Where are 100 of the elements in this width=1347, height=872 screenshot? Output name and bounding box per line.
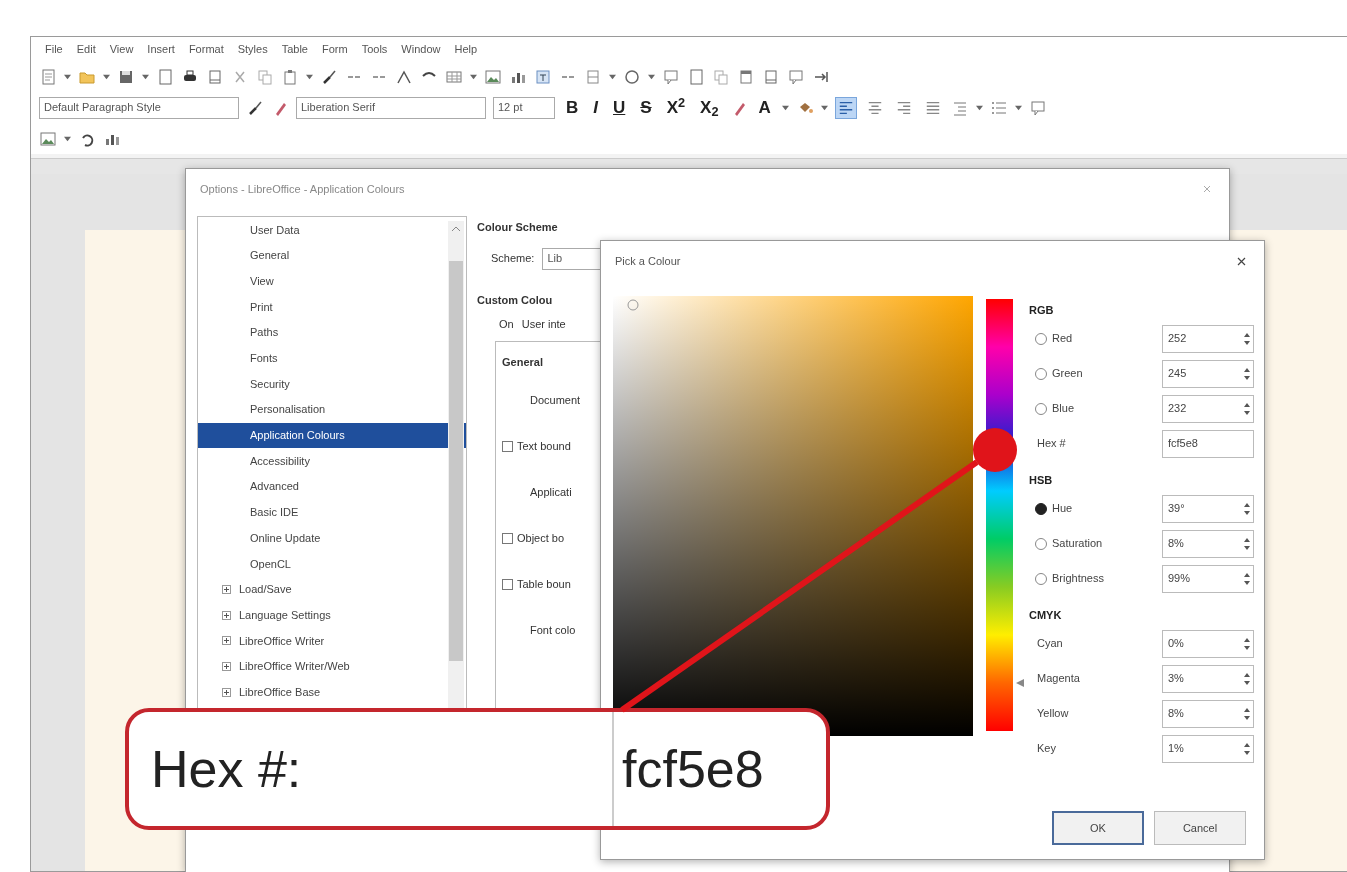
radio-button[interactable]	[1035, 367, 1047, 380]
number-field[interactable]: 39°	[1162, 494, 1254, 523]
expand-icon[interactable]	[222, 610, 231, 620]
caret-icon[interactable]	[820, 104, 828, 111]
tree-item[interactable]: OpenCL	[198, 550, 466, 577]
caret-icon[interactable]	[64, 135, 71, 142]
number-field[interactable]: 252	[1162, 324, 1254, 353]
tree-item[interactable]: Paths	[198, 319, 466, 346]
tree-item[interactable]: Advanced	[198, 473, 466, 500]
font-size-field[interactable]: 12 pt	[493, 96, 555, 119]
comment-icon[interactable]	[787, 67, 805, 86]
menu-item[interactable]: Format	[188, 40, 224, 58]
caret-icon[interactable]	[306, 73, 313, 80]
comment-icon[interactable]	[662, 67, 680, 86]
checkbox[interactable]	[502, 533, 513, 544]
tree-item[interactable]: Print	[198, 294, 466, 320]
menu-item[interactable]: Form	[322, 40, 348, 58]
caret-icon[interactable]	[781, 104, 789, 111]
menu-item[interactable]: Edit	[76, 40, 96, 58]
expand-icon[interactable]	[222, 687, 231, 697]
radio-button[interactable]	[1035, 502, 1047, 515]
image-icon[interactable]	[39, 129, 57, 148]
format-button[interactable]: B	[562, 99, 583, 116]
colour-field[interactable]	[613, 296, 973, 736]
ok-button[interactable]: OK	[1052, 811, 1144, 845]
tree-item[interactable]: Online Update	[198, 525, 466, 551]
tree-item[interactable]: User Data	[198, 217, 466, 243]
format-button[interactable]: S	[636, 99, 656, 116]
tree-item[interactable]: LibreOffice Base	[198, 679, 466, 706]
number-field[interactable]: 99%	[1162, 564, 1254, 593]
number-field[interactable]: 8%	[1162, 529, 1254, 558]
close-icon	[1237, 256, 1246, 266]
number-field[interactable]: 0%	[1162, 629, 1254, 658]
radio-button[interactable]	[1035, 332, 1047, 345]
format-button[interactable]: X$_{2}$	[696, 99, 723, 116]
scheme-dropdown[interactable]: Lib	[542, 247, 601, 270]
tree-item[interactable]: Language Settings	[198, 602, 466, 628]
comment-icon[interactable]	[1028, 98, 1047, 117]
field-label: Brightness	[1052, 571, 1105, 587]
number-field[interactable]: 1%	[1162, 734, 1254, 763]
menu-item[interactable]: Table	[281, 40, 308, 58]
paragraph-style-field[interactable]: Default Paragraph Style	[39, 96, 239, 119]
caret-icon[interactable]	[975, 104, 983, 111]
expand-icon[interactable]	[222, 584, 231, 594]
menu-item[interactable]: View	[109, 40, 134, 58]
menu-item[interactable]: Styles	[237, 40, 268, 58]
image-icon[interactable]	[484, 67, 502, 86]
font-name-field[interactable]: Liberation Serif	[296, 96, 486, 119]
header-icon[interactable]	[737, 67, 755, 86]
cancel-button[interactable]: Cancel	[1154, 811, 1246, 845]
menu-item[interactable]: Window	[401, 40, 441, 58]
tree-item[interactable]: View	[198, 268, 466, 295]
checkbox[interactable]	[502, 579, 513, 590]
format-button[interactable]: U	[609, 99, 630, 116]
expand-icon[interactable]	[222, 636, 231, 646]
number-field[interactable]: 3%	[1162, 664, 1254, 693]
expand-icon[interactable]	[222, 662, 231, 672]
tree-item[interactable]: LibreOffice Writer	[198, 628, 466, 654]
radio-button[interactable]	[1035, 402, 1047, 415]
circle-icon[interactable]	[623, 67, 641, 86]
format-button[interactable]: X$^{2}$	[662, 99, 690, 116]
tree-item[interactable]: LibreOffice Writer/Web	[198, 653, 466, 680]
tree-item[interactable]: General	[198, 242, 466, 269]
group-heading: General	[502, 355, 543, 371]
caret-icon[interactable]	[142, 73, 149, 80]
number-field[interactable]: 245	[1162, 359, 1254, 388]
caret-icon[interactable]	[64, 73, 71, 80]
slider-marker-icon[interactable]	[1016, 679, 1024, 688]
tree-item[interactable]: Application Colours	[198, 422, 466, 449]
highlight-dot	[973, 428, 1017, 472]
caret-icon[interactable]	[1014, 104, 1022, 111]
caret-icon[interactable]	[103, 73, 110, 80]
hex-field[interactable]: fcf5e8	[1162, 429, 1254, 458]
checkbox-label: Table boun	[517, 577, 571, 593]
number-field[interactable]: 232	[1162, 394, 1254, 423]
tree-item[interactable]: Basic IDE	[198, 499, 466, 526]
preview-icon[interactable]	[206, 67, 224, 86]
tree-item[interactable]: Accessibility	[198, 448, 466, 474]
caret-icon[interactable]	[470, 73, 477, 80]
menu-item[interactable]: File	[45, 40, 63, 58]
tree-item[interactable]: Security	[198, 371, 466, 397]
radio-button[interactable]	[1035, 572, 1047, 585]
checkbox[interactable]	[502, 441, 513, 452]
menu-item[interactable]: Help	[454, 40, 478, 58]
tree-item[interactable]: Personalisation	[198, 396, 466, 423]
caret-icon[interactable]	[648, 73, 655, 80]
align-button[interactable]	[834, 96, 857, 119]
radio-button[interactable]	[1035, 537, 1047, 550]
text-box-icon[interactable]	[534, 67, 552, 86]
font-colour-button[interactable]: A	[754, 99, 775, 116]
menu-item[interactable]: Tools	[361, 40, 388, 58]
format-button[interactable]: I	[589, 99, 602, 116]
paste-icon[interactable]	[281, 67, 299, 86]
number-field[interactable]: 8%	[1162, 699, 1254, 728]
tree-item[interactable]: Fonts	[198, 345, 466, 372]
caret-icon[interactable]	[609, 73, 616, 80]
preview-icon[interactable]	[762, 67, 780, 86]
frame-icon[interactable]	[584, 67, 602, 86]
menu-item[interactable]: Insert	[147, 40, 175, 58]
tree-item[interactable]: Load/Save	[198, 576, 466, 603]
